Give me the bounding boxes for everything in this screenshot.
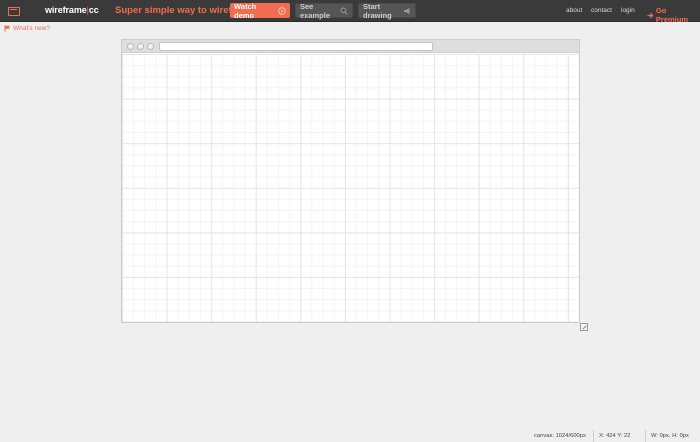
selection-size-readout: W: 0px, H: 0px — [651, 433, 689, 439]
resize-icon[interactable] — [580, 323, 588, 331]
see-example-button[interactable]: See example — [295, 1, 353, 20]
logo-button[interactable] — [0, 0, 28, 22]
megaphone-icon — [404, 7, 410, 14]
whats-new-label: What's new? — [13, 25, 51, 32]
play-circle-icon — [278, 6, 286, 15]
status-divider — [593, 430, 594, 442]
go-premium-label: Go Premium — [655, 6, 689, 24]
url-bar[interactable] — [159, 42, 433, 51]
status-divider — [645, 430, 646, 442]
window-dot-maximize — [147, 43, 154, 50]
nav-about-link[interactable]: about — [566, 7, 582, 14]
brand-main: wireframe — [45, 5, 87, 15]
window-dot-minimize — [137, 43, 144, 50]
arrow-right-icon — [647, 12, 654, 18]
whats-new-link[interactable]: What's new? — [4, 25, 50, 32]
start-drawing-label: Start drawing — [363, 1, 392, 20]
brand-logo[interactable]: wireframe|cc — [45, 5, 99, 15]
watch-demo-label: Watch demo — [234, 1, 257, 20]
canvas-size-readout: canvas: 1024/600px — [534, 433, 586, 439]
brand-suffix: cc — [88, 5, 99, 15]
drawing-canvas[interactable] — [122, 54, 579, 322]
browser-title-bar — [122, 40, 579, 53]
magnifier-icon — [340, 7, 348, 15]
go-premium-link[interactable]: Go Premium — [647, 6, 700, 24]
window-dot-close — [127, 43, 134, 50]
nav-login-link[interactable]: login — [621, 7, 635, 14]
watch-demo-button[interactable]: Watch demo — [230, 1, 290, 20]
nav-contact-link[interactable]: contact — [591, 7, 612, 14]
top-bar: wireframe|cc Super simple way to wirefra… — [0, 0, 700, 24]
start-drawing-button[interactable]: Start drawing — [358, 1, 416, 20]
see-example-label: See example — [300, 1, 331, 20]
browser-frame — [121, 39, 580, 323]
cursor-position-readout: X: 424 Y: 22 — [599, 433, 631, 439]
browser-window-icon — [8, 6, 20, 16]
flag-icon — [4, 25, 10, 32]
